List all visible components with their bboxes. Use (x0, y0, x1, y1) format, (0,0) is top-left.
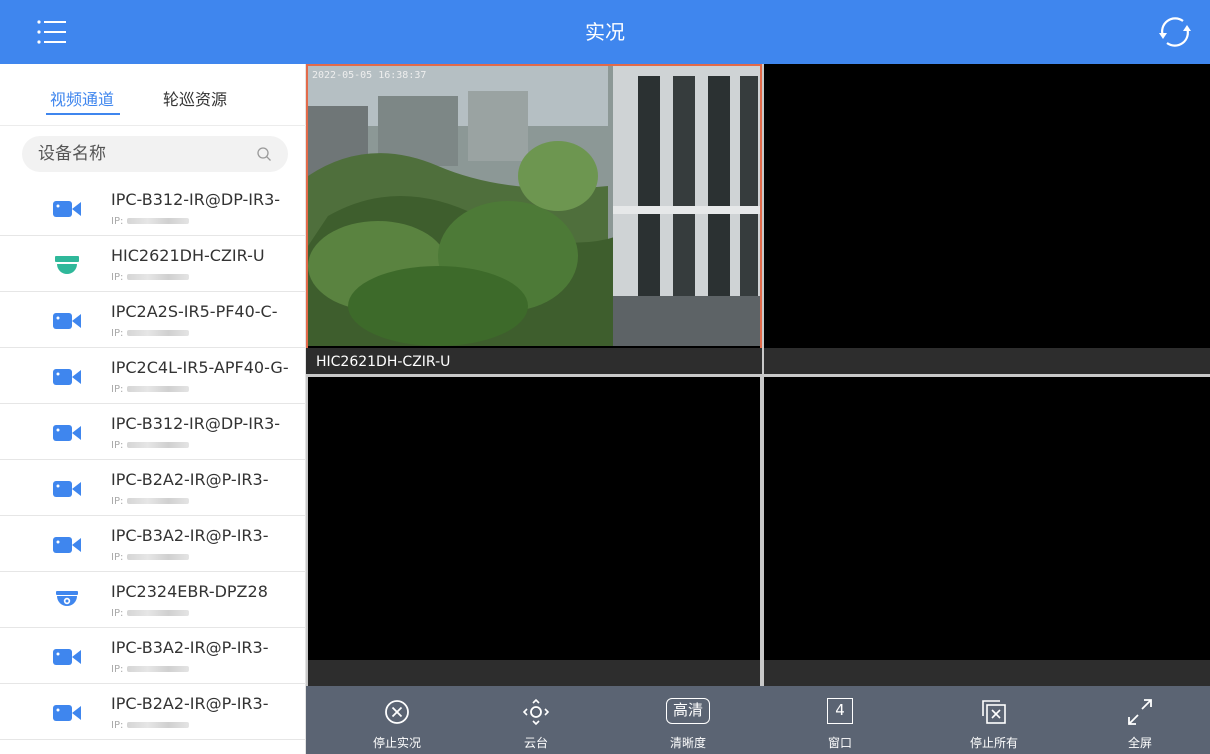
video-window-4[interactable] (764, 377, 1210, 686)
video-grid: 2022-05-05 16:38:37 HIC2621DH-CZIR-U (306, 64, 1210, 686)
ptz-icon (522, 698, 550, 726)
live-video-frame (308, 66, 760, 346)
bullet-camera-icon (53, 313, 81, 329)
bottom-toolbar: 停止实况 云台 高清 清晰度 4 窗口 停止所有 全屏 (306, 686, 1210, 754)
search-box (22, 136, 288, 172)
device-item[interactable]: IPC2C4L-IR5-APF40-G- IP: (0, 348, 306, 404)
device-ip: IP: (111, 664, 190, 675)
device-ip: IP: (111, 272, 190, 283)
resolution-button[interactable]: 高清 清晰度 (628, 686, 748, 754)
video-window-3[interactable] (308, 377, 760, 686)
turret-camera-icon (56, 591, 78, 606)
page-title: 实况 (585, 20, 625, 44)
device-item[interactable]: IPC2324EBR-DPZ28 IP: (0, 572, 306, 628)
fullscreen-icon (1128, 699, 1152, 725)
bullet-camera-icon (53, 481, 81, 497)
device-list: IPC-B312-IR@DP-IR3- IP: HIC2621DH-CZIR-U… (0, 180, 306, 740)
sidebar-tabs: 视频通道 轮巡资源 (0, 64, 306, 126)
device-item[interactable]: IPC-B3A2-IR@P-IR3- IP: (0, 628, 306, 684)
device-name: IPC-B3A2-IR@P-IR3- (111, 638, 269, 657)
refresh-icon[interactable] (1155, 14, 1195, 50)
device-name: IPC2A2S-IR5-PF40-C- (111, 302, 278, 321)
device-ip: IP: (111, 216, 190, 227)
dome-camera-icon (55, 256, 79, 274)
device-ip: IP: (111, 552, 190, 563)
device-name: IPC-B312-IR@DP-IR3- (111, 190, 281, 209)
fullscreen-button[interactable]: 全屏 (1080, 686, 1200, 754)
tab-patrol-resources[interactable]: 轮巡资源 (163, 86, 227, 110)
device-ip: IP: (111, 496, 190, 507)
device-ip: IP: (111, 608, 190, 619)
video-title-bar (308, 660, 760, 686)
bullet-camera-icon (53, 369, 81, 385)
video-title-bar (764, 660, 1210, 686)
stop-live-icon (385, 700, 409, 724)
bullet-camera-icon (53, 649, 81, 665)
tool-label: 窗口 (827, 736, 852, 750)
bullet-camera-icon (53, 201, 81, 217)
device-item[interactable]: IPC-B2A2-IR@P-IR3- IP: (0, 460, 306, 516)
video-channel-label: HIC2621DH-CZIR-U (316, 354, 451, 370)
hd-icon: 高清 (666, 698, 710, 724)
video-window-1[interactable]: 2022-05-05 16:38:37 HIC2621DH-CZIR-U (306, 64, 762, 374)
tool-label: 云台 (523, 736, 548, 750)
device-ip: IP: (111, 328, 190, 339)
device-name: IPC-B2A2-IR@P-IR3- (111, 470, 269, 489)
device-name: IPC-B3A2-IR@P-IR3- (111, 526, 269, 545)
tool-label: 全屏 (1127, 736, 1152, 750)
device-name: IPC2C4L-IR5-APF40-G- (111, 358, 289, 377)
tool-label: 停止所有 (969, 736, 1018, 750)
video-title-bar: HIC2621DH-CZIR-U (306, 348, 762, 374)
device-item[interactable]: IPC-B312-IR@DP-IR3- IP: (0, 180, 306, 236)
device-ip: IP: (111, 384, 190, 395)
stop-all-button[interactable]: 停止所有 (934, 686, 1054, 754)
tool-label: 清晰度 (669, 736, 706, 750)
device-ip: IP: (111, 720, 190, 731)
device-item[interactable]: IPC-B3A2-IR@P-IR3- IP: (0, 516, 306, 572)
bullet-camera-icon (53, 537, 81, 553)
video-timestamp: 2022-05-05 16:38:37 (312, 70, 427, 81)
window-icon: 4 (827, 698, 853, 724)
ptz-button[interactable]: 云台 (476, 686, 596, 754)
search-icon[interactable] (256, 146, 272, 162)
bullet-camera-icon (53, 705, 81, 721)
tab-video-channels[interactable]: 视频通道 (50, 86, 114, 110)
device-name: HIC2621DH-CZIR-U (111, 246, 265, 265)
window-layout-button[interactable]: 4 窗口 (780, 686, 900, 754)
search-input[interactable] (38, 136, 248, 172)
video-window-2[interactable] (764, 64, 1210, 374)
bullet-camera-icon (53, 425, 81, 441)
device-ip: IP: (111, 440, 190, 451)
tool-label: 停止实况 (372, 736, 421, 750)
device-item[interactable]: IPC-B312-IR@DP-IR3- IP: (0, 404, 306, 460)
active-tab-indicator (46, 113, 120, 115)
device-item[interactable]: HIC2621DH-CZIR-U IP: (0, 236, 306, 292)
device-item[interactable]: IPC2A2S-IR5-PF40-C- IP: (0, 292, 306, 348)
sidebar: 视频通道 轮巡资源 IPC-B312-IR@DP-IR3- IP: (0, 64, 306, 754)
device-name: IPC2324EBR-DPZ28 (111, 582, 268, 601)
device-item[interactable]: IPC-B2A2-IR@P-IR3- IP: (0, 684, 306, 740)
device-name: IPC-B312-IR@DP-IR3- (111, 414, 281, 433)
stop-all-icon (982, 700, 1006, 724)
top-bar: 实况 (0, 0, 1210, 64)
video-title-bar (764, 348, 1210, 374)
stop-live-button[interactable]: 停止实况 (337, 686, 457, 754)
device-name: IPC-B2A2-IR@P-IR3- (111, 694, 269, 713)
